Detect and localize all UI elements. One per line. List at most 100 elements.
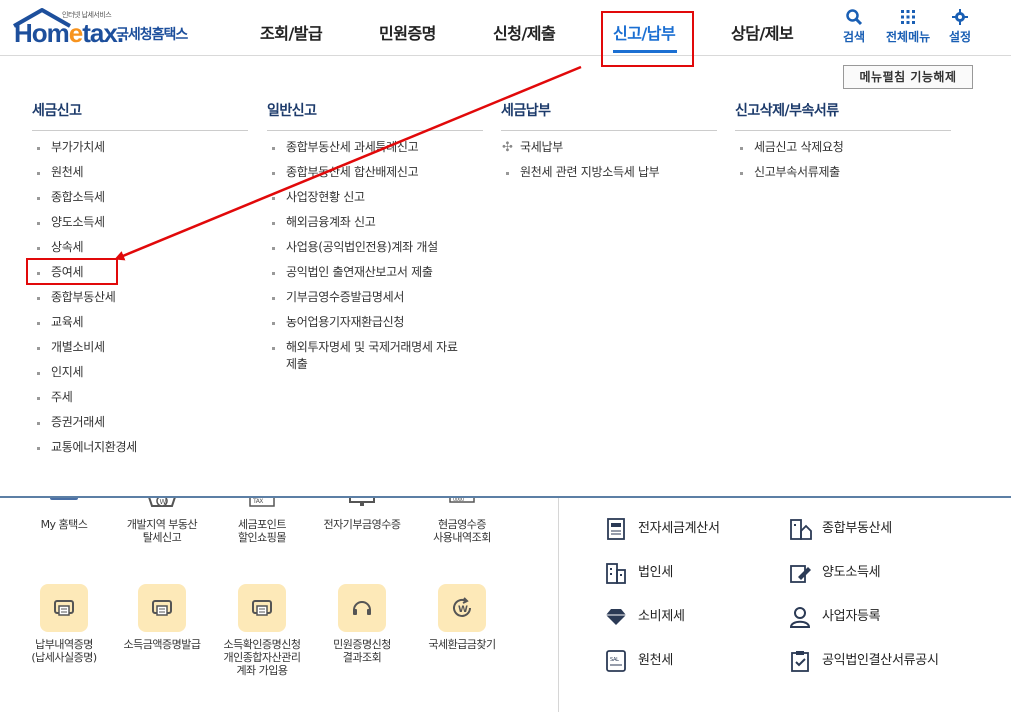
nav-civil-certificate[interactable]: 민원증명 xyxy=(379,20,436,44)
all-menu-button[interactable]: 전체메뉴 xyxy=(886,8,930,45)
tile-development-tax-report[interactable]: W 개발지역 부동산 탈세신고 xyxy=(112,493,212,544)
service-e-tax-invoice[interactable]: 전자세금계산서 xyxy=(604,515,720,543)
main-content: My 홈택스 W 개발지역 부동산 탈세신고 TAX 세금포인트 할인쇼핑몰 전… xyxy=(0,493,1011,712)
search-label: 검색 xyxy=(843,30,866,44)
refund-won-icon: W xyxy=(438,584,486,632)
menu-item-overseas-investment[interactable]: 해외투자명세 및 국제거래명세 자료 제출 xyxy=(267,339,483,373)
tile-label: 세금포인트 할인쇼핑몰 xyxy=(237,518,287,544)
menu-item-capital-gains[interactable]: 양도소득세 xyxy=(32,214,248,239)
menu-item-farm-refund[interactable]: 농어업용기자재환급신청 xyxy=(267,314,483,339)
menu-item-attachment-submit[interactable]: 신고부속서류제출 xyxy=(735,164,951,189)
service-corporate-tax[interactable]: 법인세 xyxy=(604,559,673,587)
tile-cash-receipt-history[interactable]: 0000 현금영수증 사용내역조회 xyxy=(412,493,512,544)
tile-e-donation-receipt[interactable]: 전자기부금영수증 xyxy=(312,494,412,531)
menu-item-securities[interactable]: 증권거래세 xyxy=(32,414,248,439)
menu-column-tax-return: 세금신고 부가가치세 원천세 종합소득세 양도소득세 상속세 증여세 종합부동산… xyxy=(32,100,248,464)
printer-icon xyxy=(238,584,286,632)
tile-label: My 홈택스 xyxy=(40,518,88,531)
service-label: 공익법인결산서류공시 xyxy=(822,653,939,668)
menu-list: 부가가치세 원천세 종합소득세 양도소득세 상속세 증여세 종합부동산세 교육세… xyxy=(32,139,248,464)
real-estate-icon xyxy=(790,519,812,540)
active-nav-indicator xyxy=(613,50,677,53)
nav-application-submission[interactable]: 신청/제출 xyxy=(493,20,556,44)
printer-icon xyxy=(138,584,186,632)
tile-civil-cert-result[interactable]: 민원증명신청 결과조회 xyxy=(312,584,412,664)
service-label: 종합부동산세 xyxy=(822,521,892,536)
tile-label: 전자기부금영수증 xyxy=(323,518,401,531)
tile-label: 개발지역 부동산 탈세신고 xyxy=(126,518,198,544)
menu-expand-toggle-button[interactable]: 메뉴펼침 기능해제 xyxy=(843,65,973,89)
global-header: 인터넷 납세서비스 Hometax. 국세청홈택스 조회/발급 민원증명 신청/… xyxy=(0,0,1011,56)
mega-menu-panel: 메뉴펼침 기능해제 세금신고 부가가치세 원천세 종합소득세 양도소득세 상속세… xyxy=(0,56,1011,498)
nav-inquiry-issuance[interactable]: 조회/발급 xyxy=(260,20,323,44)
menu-item-overseas-account[interactable]: 해외금융계좌 신고 xyxy=(267,214,483,239)
nav-report-payment[interactable]: 신고/납부 xyxy=(613,20,676,44)
menu-item-real-estate[interactable]: 종합부동산세 xyxy=(32,289,248,314)
settings-button[interactable]: 설정 xyxy=(949,8,971,45)
menu-item-local-income-tax[interactable]: 원천세 관련 지방소득세 납부 xyxy=(501,164,717,189)
column-divider xyxy=(558,498,559,712)
menu-item-inheritance[interactable]: 상속세 xyxy=(32,239,248,264)
service-withholding-tax[interactable]: SAL 원천세 xyxy=(604,647,673,675)
menu-item-gift-tax[interactable]: 증여세 xyxy=(32,264,248,289)
menu-item-liquor[interactable]: 주세 xyxy=(32,389,248,414)
tile-income-cert[interactable]: 소득금액증명발급 xyxy=(112,584,212,651)
headset-icon xyxy=(338,584,386,632)
menu-item-real-estate-special[interactable]: 종합부동산세 과세특례신고 xyxy=(267,139,483,164)
hometax-logo[interactable]: 인터넷 납세서비스 Hometax. 국세청홈택스 xyxy=(12,8,202,48)
menu-item-stamp[interactable]: 인지세 xyxy=(32,364,248,389)
menu-list: 종합부동산세 과세특례신고 종합부동산세 합산배제신고 사업장현황 신고 해외금… xyxy=(267,139,483,373)
tile-payment-history-cert[interactable]: 납부내역증명 (납세사실증명) xyxy=(14,584,114,664)
search-icon xyxy=(846,9,863,26)
menu-list: ✣ 국세납부 원천세 관련 지방소득세 납부 xyxy=(501,139,717,189)
transfer-icon xyxy=(790,565,811,583)
svg-text:W: W xyxy=(458,605,468,615)
service-comprehensive-real-estate-tax[interactable]: 종합부동산세 xyxy=(788,515,892,543)
tile-label: 소득금액증명발급 xyxy=(123,638,201,651)
tile-income-confirmation[interactable]: 소득확인증명신청 개인종합자산관리 계좌 가입용 xyxy=(212,584,312,677)
all-menu-label: 전체메뉴 xyxy=(886,30,931,44)
service-label: 사업자등록 xyxy=(822,609,881,624)
menu-item-public-corp-report[interactable]: 공익법인 출연재산보고서 제출 xyxy=(267,264,483,289)
grid-menu-icon xyxy=(901,10,916,24)
menu-item-business-status[interactable]: 사업장현황 신고 xyxy=(267,189,483,214)
tile-my-hometax[interactable]: My 홈택스 xyxy=(14,494,114,531)
salary-icon: SAL xyxy=(606,650,626,672)
menu-item-donation-receipt[interactable]: 기부금영수증발급명세서 xyxy=(267,289,483,314)
menu-item-real-estate-exclusion[interactable]: 종합부동산세 합산배제신고 xyxy=(267,164,483,189)
search-button[interactable]: 검색 xyxy=(843,8,865,45)
menu-item-withholding[interactable]: 원천세 xyxy=(32,164,248,189)
menu-item-business-account[interactable]: 사업용(공익법인전용)계좌 개설 xyxy=(267,239,483,264)
menu-column-general-report: 일반신고 종합부동산세 과세특례신고 종합부동산세 합산배제신고 사업장현황 신… xyxy=(267,100,483,373)
menu-item-global-income[interactable]: 종합소득세 xyxy=(32,189,248,214)
menu-item-excise[interactable]: 개별소비세 xyxy=(32,339,248,364)
menu-item-national-tax-payment[interactable]: ✣ 국세납부 xyxy=(501,139,717,164)
logo-korean-name: 국세청홈택스 xyxy=(116,27,188,43)
service-label: 원천세 xyxy=(638,653,673,668)
diamond-icon xyxy=(606,609,626,625)
invoice-icon xyxy=(607,518,625,540)
settings-label: 설정 xyxy=(949,30,972,44)
service-label: 소비제세 xyxy=(638,609,685,624)
nav-consult-report[interactable]: 상담/제보 xyxy=(731,20,794,44)
menu-column-title: 일반신고 xyxy=(267,100,483,131)
service-label: 전자세금계산서 xyxy=(638,521,720,536)
menu-item-vat[interactable]: 부가가치세 xyxy=(32,139,248,164)
building-icon xyxy=(606,563,626,584)
menu-column-tax-payment: 세금납부 ✣ 국세납부 원천세 관련 지방소득세 납부 xyxy=(501,100,717,189)
service-capital-gains-tax[interactable]: 양도소득세 xyxy=(788,559,881,587)
tile-label: 국세환급금찾기 xyxy=(428,638,496,651)
svg-text:TAX: TAX xyxy=(252,498,263,505)
service-public-corp-settlement[interactable]: 공익법인결산서류공시 xyxy=(788,647,939,675)
tile-tax-point-mall[interactable]: TAX 세금포인트 할인쇼핑몰 xyxy=(212,493,312,544)
menu-column-title: 세금신고 xyxy=(32,100,248,131)
service-excise-tax[interactable]: 소비제세 xyxy=(604,603,685,631)
service-business-registration[interactable]: 사업자등록 xyxy=(788,603,881,631)
clipboard-check-icon xyxy=(791,651,809,672)
tile-tax-refund-finder[interactable]: W 국세환급금찾기 xyxy=(412,584,512,651)
tile-label: 현금영수증 사용내역조회 xyxy=(433,518,491,544)
menu-item-education[interactable]: 교육세 xyxy=(32,314,248,339)
menu-item-transport-energy[interactable]: 교통에너지환경세 xyxy=(32,439,248,464)
gear-icon xyxy=(952,9,969,25)
menu-item-delete-request[interactable]: 세금신고 삭제요청 xyxy=(735,139,951,164)
